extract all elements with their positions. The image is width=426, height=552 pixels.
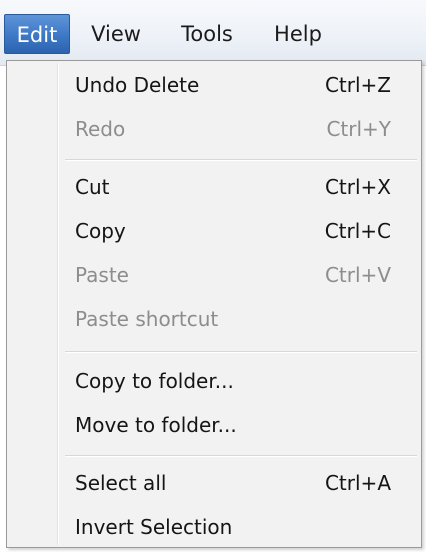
menu-item-select-all[interactable]: Select all Ctrl+A (9, 461, 419, 505)
menu-item-shortcut: Ctrl+C (324, 219, 391, 243)
menu-item-label: Copy (75, 219, 126, 243)
menu-item-move-to-folder[interactable]: Move to folder... (9, 403, 419, 447)
menu-item-label: Move to folder... (75, 413, 237, 437)
menu-item-undo[interactable]: Undo Delete Ctrl+Z (9, 63, 419, 107)
menu-separator (65, 351, 417, 353)
menu-item-label: Cut (75, 175, 110, 199)
menu-item-shortcut: Ctrl+A (324, 471, 391, 495)
menu-bar: Edit View Tools Help (0, 0, 426, 66)
menu-separator (65, 159, 417, 161)
menu-item-paste[interactable]: Paste Ctrl+V (9, 253, 419, 297)
menu-item-label: Paste shortcut (75, 307, 219, 331)
edit-dropdown-menu: Undo Delete Ctrl+Z Redo Ctrl+Y Cut Ctrl+… (6, 60, 422, 548)
menu-help[interactable]: Help (260, 14, 336, 54)
menu-item-label: Redo (75, 117, 126, 141)
menu-item-copy-to-folder[interactable]: Copy to folder... (9, 359, 419, 403)
menu-item-shortcut: Ctrl+X (324, 175, 391, 199)
menu-item-invert-selection[interactable]: Invert Selection (9, 505, 419, 549)
menu-item-label: Undo Delete (75, 73, 200, 97)
menu-item-cut[interactable]: Cut Ctrl+X (9, 165, 419, 209)
menu-item-label: Invert Selection (75, 515, 233, 539)
menu-item-shortcut: Ctrl+Z (324, 73, 391, 97)
menu-item-label: Copy to folder... (75, 369, 234, 393)
menu-item-shortcut: Ctrl+Y (326, 117, 391, 141)
menu-item-paste-shortcut[interactable]: Paste shortcut (9, 297, 419, 341)
menu-item-redo[interactable]: Redo Ctrl+Y (9, 107, 419, 151)
menu-edit[interactable]: Edit (4, 14, 70, 54)
window: Edit View Tools Help Undo Delete Ctrl+Z … (0, 0, 426, 552)
menu-item-copy[interactable]: Copy Ctrl+C (9, 209, 419, 253)
menu-view[interactable]: View (80, 14, 152, 54)
menu-tools[interactable]: Tools (162, 14, 252, 54)
menu-separator (65, 455, 417, 457)
menu-item-label: Select all (75, 471, 167, 495)
menu-item-label: Paste (75, 263, 129, 287)
menu-item-shortcut: Ctrl+V (324, 263, 391, 287)
